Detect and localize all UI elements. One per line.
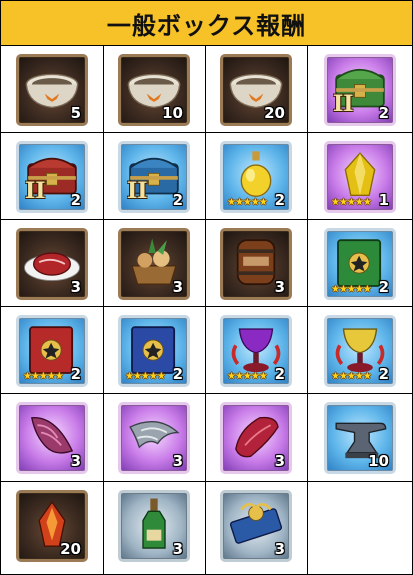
- tier-label: II: [127, 178, 148, 204]
- item-quantity: 2: [70, 365, 81, 383]
- grid-divider: [1, 393, 412, 394]
- item-quantity: 2: [172, 191, 183, 209]
- tier-label: II: [333, 91, 354, 117]
- rarity-stars: ★★★★★: [227, 371, 268, 382]
- reward-item-fire-shard[interactable]: 20: [16, 490, 88, 562]
- reward-item-wing[interactable]: 3: [118, 402, 190, 474]
- reward-item-golden-potion[interactable]: ★★★★★ 2: [220, 141, 292, 213]
- item-quantity: 2: [172, 365, 183, 383]
- reward-item-blue-book[interactable]: ★★★★★ 2: [118, 315, 190, 387]
- item-quantity: 2: [274, 191, 285, 209]
- item-quantity: 20: [60, 540, 81, 558]
- rarity-stars: ★★★★★: [23, 371, 64, 382]
- reward-title: 一般ボックス報酬: [106, 11, 307, 40]
- reward-item-basket[interactable]: 3: [118, 228, 190, 300]
- rarity-stars: ★★★★★: [331, 197, 372, 208]
- item-quantity: 3: [274, 540, 285, 558]
- item-quantity: 1: [378, 191, 389, 209]
- grid-divider: [205, 46, 206, 574]
- reward-item-ticket[interactable]: 3: [220, 490, 292, 562]
- tier-label: II: [25, 178, 46, 204]
- item-quantity: 5: [70, 104, 81, 122]
- rarity-stars: ★★★★★: [331, 371, 372, 382]
- reward-item-pet-bowl[interactable]: 20: [220, 54, 292, 126]
- item-quantity: 3: [70, 278, 81, 296]
- reward-item-meat[interactable]: 3: [16, 228, 88, 300]
- grid-divider: [1, 219, 412, 220]
- item-quantity: 3: [274, 452, 285, 470]
- item-quantity: 2: [378, 278, 389, 296]
- reward-item-red-chest-ii[interactable]: II 2: [16, 141, 88, 213]
- item-quantity: 2: [274, 365, 285, 383]
- reward-item-claw[interactable]: 3: [220, 402, 292, 474]
- rarity-stars: ★★★★★: [227, 197, 268, 208]
- reward-item-gold-chalice[interactable]: ★★★★★ 2: [324, 315, 396, 387]
- reward-panel: 一般ボックス報酬 5 10 20 II 2 II 2 II 2 ★★★★★ 2 ★★★★…: [0, 0, 413, 575]
- rarity-stars: ★★★★★: [125, 371, 166, 382]
- item-quantity: 2: [378, 365, 389, 383]
- grid-divider: [1, 132, 412, 133]
- grid-divider: [1, 481, 412, 482]
- item-quantity: 3: [274, 278, 285, 296]
- item-quantity: 20: [264, 104, 285, 122]
- grid-divider: [1, 306, 412, 307]
- reward-item-purple-chalice[interactable]: ★★★★★ 2: [220, 315, 292, 387]
- reward-item-pet-bowl[interactable]: 5: [16, 54, 88, 126]
- item-quantity: 2: [378, 104, 389, 122]
- grid-divider: [103, 46, 104, 574]
- item-quantity: 3: [70, 452, 81, 470]
- item-quantity: 3: [172, 278, 183, 296]
- item-quantity: 3: [172, 540, 183, 558]
- reward-item-bottle[interactable]: 3: [118, 490, 190, 562]
- reward-item-red-book[interactable]: ★★★★★ 2: [16, 315, 88, 387]
- reward-item-golden-gem[interactable]: ★★★★★ 1: [324, 141, 396, 213]
- reward-item-anvil[interactable]: 10: [324, 402, 396, 474]
- rarity-stars: ★★★★★: [331, 284, 372, 295]
- reward-item-pet-bowl[interactable]: 10: [118, 54, 190, 126]
- item-quantity: 2: [70, 191, 81, 209]
- item-quantity: 10: [368, 452, 389, 470]
- grid-divider: [307, 46, 308, 574]
- reward-item-blue-chest-ii[interactable]: II 2: [118, 141, 190, 213]
- item-quantity: 10: [162, 104, 183, 122]
- reward-header: 一般ボックス報酬: [1, 1, 412, 46]
- item-quantity: 3: [172, 452, 183, 470]
- reward-item-horn[interactable]: 3: [16, 402, 88, 474]
- reward-item-barrel[interactable]: 3: [220, 228, 292, 300]
- reward-item-green-chest-ii[interactable]: II 2: [324, 54, 396, 126]
- reward-item-green-book[interactable]: ★★★★★ 2: [324, 228, 396, 300]
